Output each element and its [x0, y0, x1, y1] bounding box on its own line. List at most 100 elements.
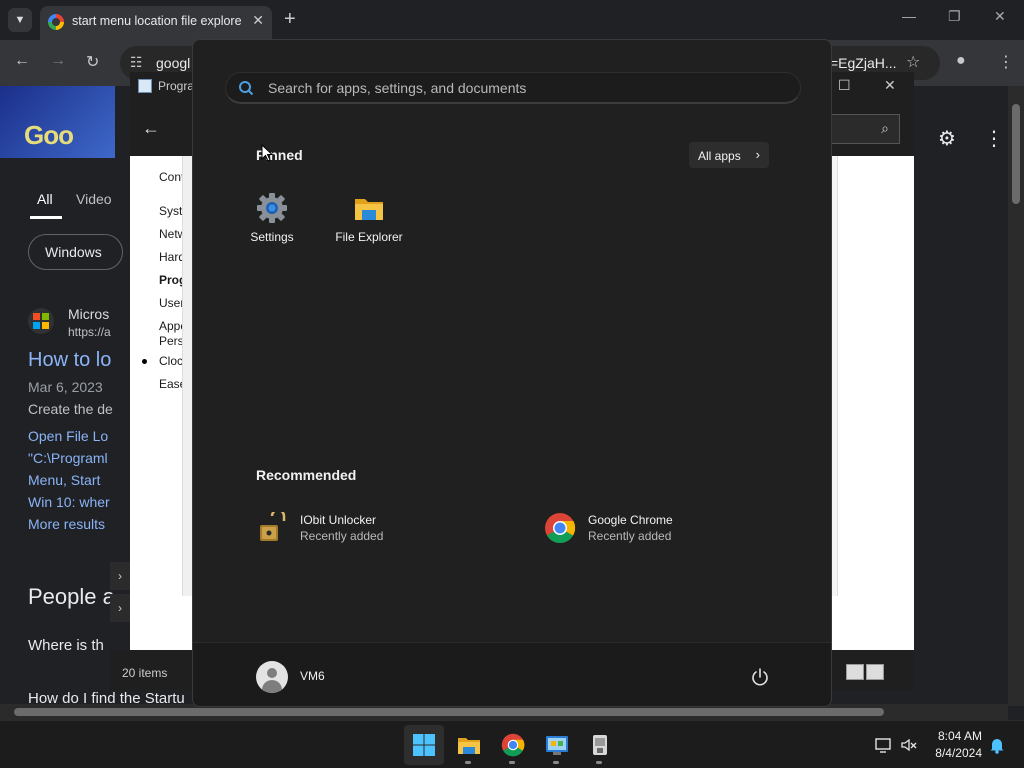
people-also-ask-heading: People a	[28, 584, 115, 609]
minimize-icon[interactable]: —	[902, 8, 916, 24]
scrollbar-thumb[interactable]	[14, 708, 884, 716]
cp-search-box[interactable]: ⌕	[830, 114, 900, 144]
pinned-app-label: Settings	[250, 230, 294, 244]
view-toggle-buttons[interactable]	[846, 664, 888, 682]
site-settings-icon[interactable]: ☷	[130, 54, 143, 71]
notification-bell-icon[interactable]	[988, 736, 1006, 754]
vertical-scrollbar[interactable]	[1008, 86, 1024, 706]
restore-icon[interactable]: ❐	[948, 8, 961, 25]
running-indicator	[465, 761, 471, 764]
back-arrow-icon[interactable]: ←	[14, 52, 30, 70]
recommended-item-google-chrome[interactable]: Google Chrome Recently added	[544, 508, 804, 548]
result-date: Mar 6, 2023	[28, 379, 103, 395]
bookmark-star-icon[interactable]: ☆	[906, 52, 920, 72]
google-favicon-icon	[48, 14, 64, 30]
clock-date[interactable]: 8/4/2024	[918, 746, 982, 760]
result-sublink-2[interactable]: "C:\Programl	[28, 450, 108, 466]
scrollbar-thumb[interactable]	[1012, 104, 1020, 204]
power-icon[interactable]	[749, 666, 771, 688]
unlocker-icon	[593, 735, 607, 755]
result-snippet: Create the de	[28, 401, 113, 417]
filter-chip-windows[interactable]: Windows	[28, 234, 123, 270]
menu-kebab-icon[interactable]: ⋮	[998, 52, 1014, 72]
result-site-name: Micros	[68, 306, 110, 322]
result-sublink-3[interactable]: Menu, Start	[28, 472, 100, 488]
maximize-icon[interactable]: ☐	[838, 77, 851, 94]
cp-nav-link[interactable]: User	[159, 296, 184, 310]
tab-search-button[interactable]: ▼	[8, 8, 32, 32]
tab-close-icon[interactable]: ✕	[252, 12, 264, 29]
google-settings-gear-icon[interactable]: ⚙	[938, 126, 956, 151]
selected-bullet	[142, 359, 147, 364]
expand-chevron-icon[interactable]: ›	[110, 594, 130, 622]
clock-time[interactable]: 8:04 AM	[918, 729, 982, 743]
recommended-item-subtitle: Recently added	[588, 529, 672, 543]
result-title-link[interactable]: How to lo	[28, 349, 111, 372]
running-indicator	[596, 761, 602, 764]
file-explorer-icon	[458, 738, 480, 754]
tab-all[interactable]: All	[37, 191, 53, 207]
start-icon	[413, 734, 435, 756]
taskbar-control-panel[interactable]	[537, 725, 577, 765]
tiles-view-icon[interactable]	[866, 664, 884, 680]
chevron-right-icon: ›	[755, 147, 760, 162]
search-icon	[239, 81, 254, 96]
control-panel-icon	[138, 79, 152, 93]
folder-icon	[355, 199, 383, 220]
cp-window-title: Progra	[158, 79, 195, 93]
settings-gear-icon	[257, 193, 287, 223]
all-apps-label: All apps	[698, 149, 741, 163]
user-avatar[interactable]	[256, 661, 288, 693]
question-item[interactable]: Where is th	[28, 637, 104, 654]
all-apps-button[interactable]: All apps ›	[689, 142, 769, 168]
active-tab-underline	[30, 216, 62, 219]
details-view-icon[interactable]	[846, 664, 864, 680]
taskbar-unlocker[interactable]	[580, 725, 620, 765]
forward-arrow-icon[interactable]: →	[50, 52, 66, 70]
tab-strip: ▼ start menu location file explorer ✕ + …	[0, 0, 1024, 40]
address-text-tail: =EgZjaH...	[830, 55, 897, 71]
address-text: googl	[156, 55, 191, 71]
google-apps-grid-icon[interactable]: ⋮⋮	[984, 126, 1008, 151]
new-tab-button[interactable]: +	[284, 8, 296, 31]
pinned-app-file-explorer[interactable]: File Explorer	[321, 190, 417, 260]
start-button[interactable]	[404, 725, 444, 765]
padlock-icon	[260, 512, 286, 541]
google-doodle-logo[interactable]: Goo	[0, 86, 115, 158]
search-placeholder: Search for apps, settings, and documents	[268, 80, 527, 96]
tab-videos[interactable]: Video	[76, 191, 112, 207]
cp-left-nav: Cont Syste Netw Hard Prog User Appe Pers…	[130, 156, 190, 626]
pinned-app-label: File Explorer	[335, 230, 403, 244]
result-sublink-1[interactable]: Open File Lo	[28, 428, 108, 444]
start-search-input[interactable]: Search for apps, settings, and documents	[225, 72, 801, 104]
more-results-link[interactable]: More results	[28, 516, 105, 532]
microsoft-logo-icon	[28, 308, 54, 334]
cp-content-pane-right	[832, 156, 838, 596]
tab-title: start menu location file explorer	[72, 14, 242, 28]
start-menu: Search for apps, settings, and documents…	[192, 39, 832, 707]
back-arrow-icon[interactable]: ←	[142, 118, 160, 139]
running-indicator	[509, 761, 515, 764]
profile-icon[interactable]: ●	[956, 52, 966, 70]
expand-chevron-icon[interactable]: ›	[110, 562, 130, 590]
result-sublink-4[interactable]: Win 10: wher	[28, 494, 110, 510]
mouse-cursor-icon	[261, 144, 273, 162]
cp-nav-link[interactable]: Cont	[159, 170, 184, 184]
pinned-app-settings[interactable]: Settings	[224, 190, 320, 260]
taskbar-file-explorer[interactable]	[449, 725, 489, 765]
close-window-icon[interactable]: ✕	[994, 8, 1006, 25]
start-menu-footer: VM6	[193, 642, 831, 706]
reload-icon[interactable]: ↻	[86, 52, 99, 72]
cp-content-pane	[182, 156, 192, 596]
chrome-icon	[545, 513, 576, 544]
close-icon[interactable]: ✕	[884, 77, 896, 94]
taskbar-chrome[interactable]	[493, 725, 533, 765]
browser-tab[interactable]: start menu location file explorer ✕	[40, 6, 272, 40]
result-url[interactable]: https://a	[68, 325, 111, 339]
recommended-item-iobit-unlocker[interactable]: IObit Unlocker Recently added	[256, 508, 516, 548]
user-name[interactable]: VM6	[300, 669, 325, 683]
volume-muted-icon[interactable]	[900, 736, 918, 754]
network-icon[interactable]	[874, 736, 892, 754]
chrome-icon	[501, 733, 525, 757]
recommended-item-subtitle: Recently added	[300, 529, 384, 543]
